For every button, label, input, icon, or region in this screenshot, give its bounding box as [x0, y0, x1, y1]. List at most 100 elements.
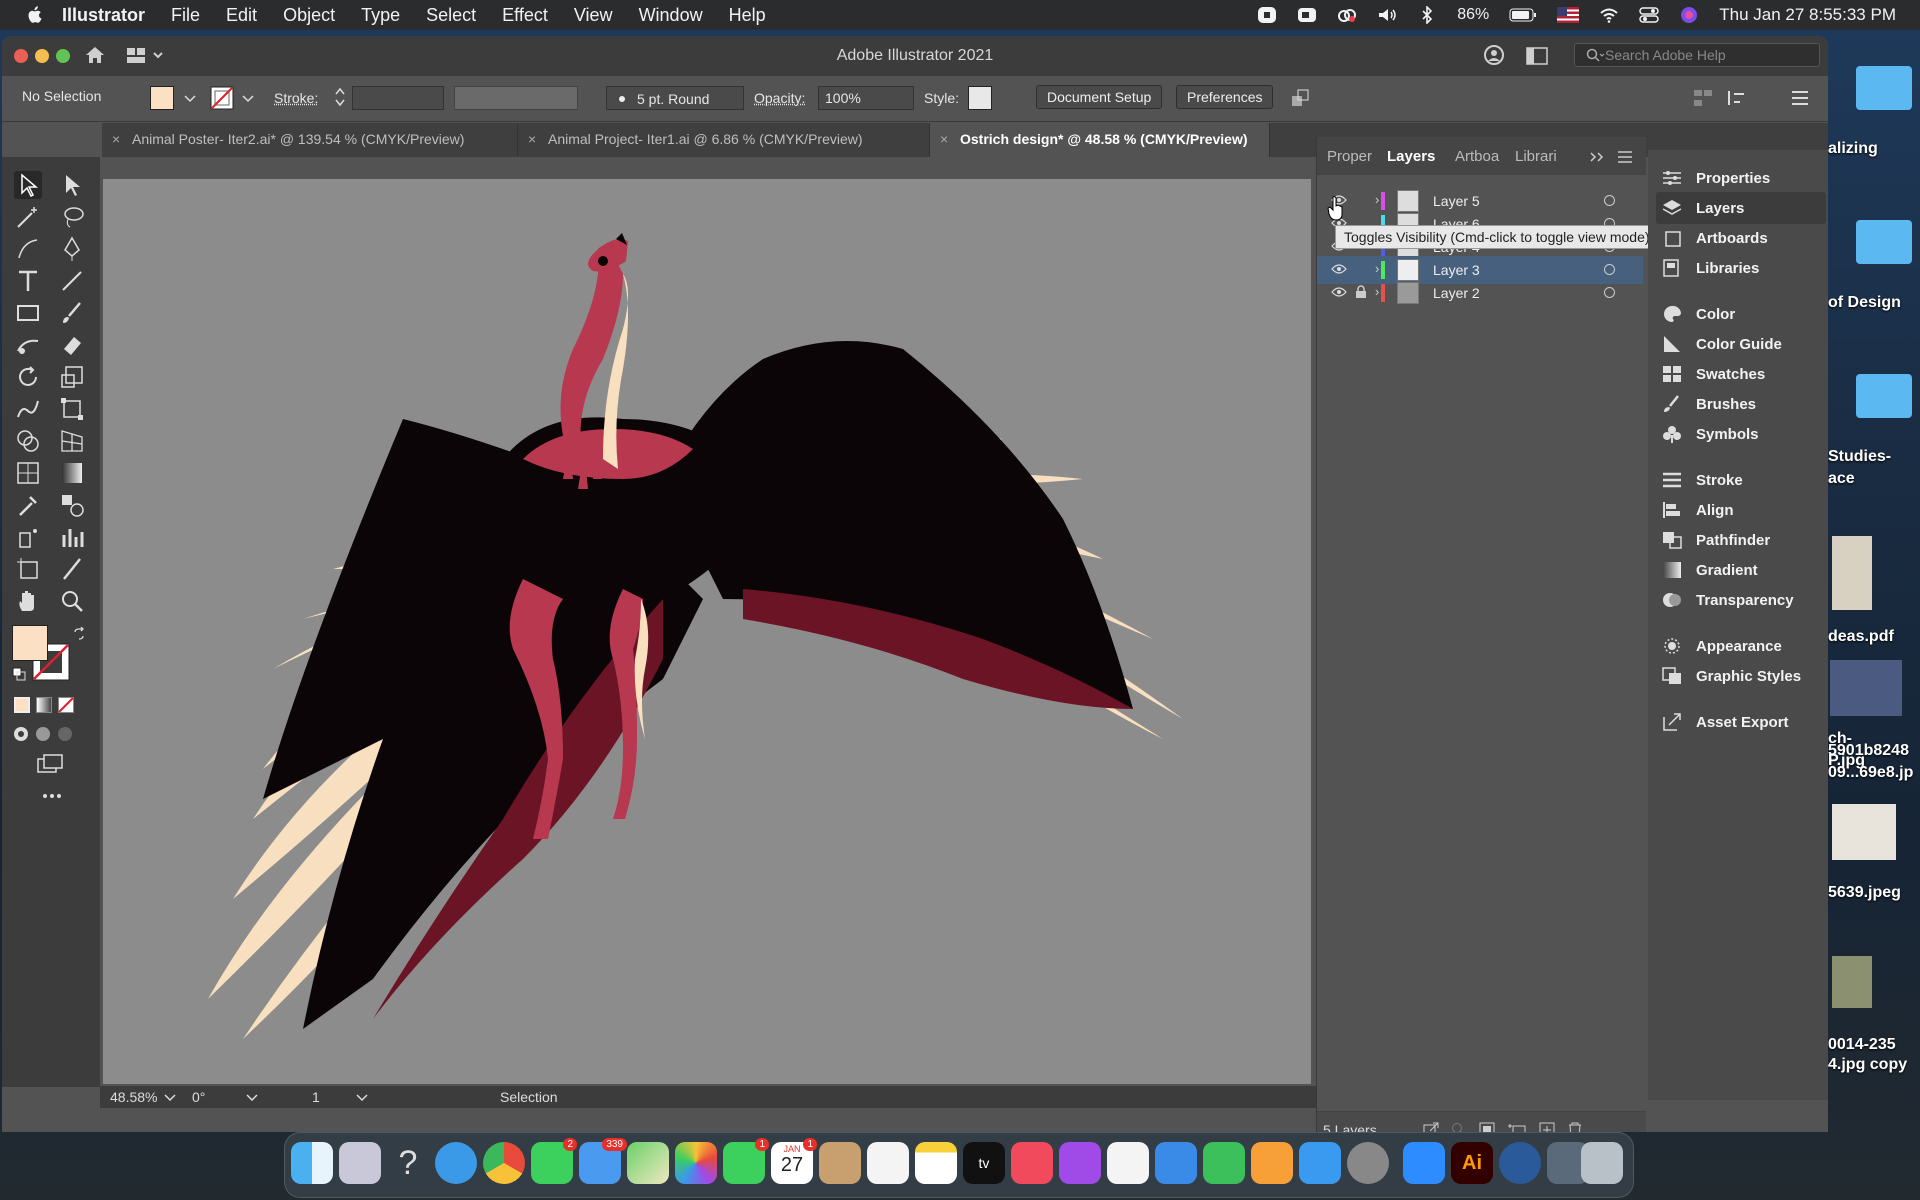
layer-row[interactable]: › Layer 2: [1317, 279, 1643, 307]
slice-tool[interactable]: [58, 555, 86, 583]
bluetooth-icon[interactable]: [1417, 6, 1437, 24]
menu-type[interactable]: Type: [361, 5, 400, 26]
stroke-none-swatch[interactable]: [210, 86, 234, 110]
dock-color-guide[interactable]: Color Guide: [1656, 328, 1826, 360]
menu-window[interactable]: Window: [639, 5, 703, 26]
zoom-app-icon[interactable]: [1403, 1142, 1445, 1184]
dock-brushes[interactable]: Brushes: [1656, 388, 1826, 420]
ostrich-artwork[interactable]: [103, 179, 1311, 1084]
clock[interactable]: Thu Jan 27 8:55:33 PM: [1719, 5, 1896, 25]
help-icon[interactable]: ?: [387, 1142, 429, 1184]
mesh-tool[interactable]: [14, 459, 42, 487]
pages-icon[interactable]: [1251, 1142, 1293, 1184]
menu-file[interactable]: File: [171, 5, 200, 26]
desktop-folder[interactable]: [1856, 66, 1912, 110]
hand-tool[interactable]: [14, 587, 42, 615]
layer-name[interactable]: Layer 2: [1433, 285, 1480, 301]
brush-definition[interactable]: 5 pt. Round: [606, 86, 744, 110]
draw-inside-icon[interactable]: [56, 725, 74, 743]
siri-icon[interactable]: [1679, 6, 1699, 24]
canvas[interactable]: [100, 157, 1314, 1117]
line-tool[interactable]: [58, 267, 86, 295]
opacity-input[interactable]: 100%: [818, 86, 914, 110]
desktop-file-label[interactable]: of Design: [1828, 294, 1901, 312]
artboard-number[interactable]: 1: [312, 1089, 320, 1105]
swap-fill-stroke-icon[interactable]: [72, 627, 86, 641]
scale-tool[interactable]: [58, 363, 86, 391]
desktop-file-label[interactable]: alizing: [1828, 140, 1878, 158]
graphic-style-swatch[interactable]: [968, 86, 992, 110]
shape-builder-tool[interactable]: [14, 427, 42, 455]
export-icon[interactable]: [1423, 1122, 1439, 1132]
desktop-file-thumbnail[interactable]: [1830, 660, 1902, 716]
control-center-icon[interactable]: [1639, 6, 1660, 24]
dock-layers[interactable]: Layers: [1656, 192, 1826, 224]
tab-animal-poster[interactable]: × Animal Poster- Iter2.ai* @ 139.54 % (C…: [102, 123, 518, 157]
transform-icon[interactable]: [1726, 88, 1748, 108]
perspective-grid-tool[interactable]: [58, 427, 86, 455]
messages-icon[interactable]: 2: [531, 1138, 577, 1184]
safari-icon[interactable]: [435, 1142, 477, 1184]
stroke-weight-input[interactable]: [352, 86, 444, 110]
tab-libraries[interactable]: Librari: [1515, 148, 1557, 165]
paintbrush-tool[interactable]: [58, 299, 86, 327]
screen-mode-icon[interactable]: [36, 753, 64, 775]
desktop-file-thumbnail[interactable]: [1832, 536, 1872, 610]
direct-selection-tool[interactable]: [58, 171, 86, 199]
dock-pathfinder[interactable]: Pathfinder: [1656, 524, 1826, 556]
creative-cloud-icon[interactable]: [1337, 6, 1357, 24]
layer-name[interactable]: Layer 3: [1433, 262, 1480, 278]
rectangle-tool[interactable]: [14, 299, 42, 327]
dock-align[interactable]: Align: [1656, 494, 1826, 526]
make-clipping-mask-icon[interactable]: [1479, 1122, 1495, 1132]
zoom-level[interactable]: 48.58%: [110, 1089, 157, 1105]
close-tab-icon[interactable]: ×: [112, 131, 120, 147]
dock-appearance[interactable]: Appearance: [1656, 630, 1826, 662]
volume-icon[interactable]: [1377, 6, 1397, 24]
arrange-documents-icon[interactable]: [1526, 47, 1548, 65]
menu-edit[interactable]: Edit: [226, 5, 257, 26]
desktop-file-label[interactable]: deas.pdf: [1828, 628, 1894, 646]
desktop-file-label[interactable]: 5639.jpeg: [1828, 884, 1901, 902]
quicktime-icon[interactable]: [1499, 1142, 1541, 1184]
selection-tool[interactable]: [14, 171, 42, 199]
disclosure-arrow-icon[interactable]: ›: [1375, 261, 1379, 276]
menu-effect[interactable]: Effect: [502, 5, 548, 26]
tab-animal-project[interactable]: × Animal Project- Iter1.ai @ 6.86 % (CMY…: [518, 123, 930, 157]
new-sublayer-icon[interactable]: [1507, 1122, 1527, 1132]
arrange-icon[interactable]: [1290, 88, 1312, 108]
dock-properties[interactable]: Properties: [1656, 162, 1826, 194]
tab-ostrich-design[interactable]: × Ostrich design* @ 48.58 % (CMYK/Previe…: [930, 123, 1270, 157]
artboard-tool[interactable]: [14, 555, 42, 583]
rotation-view[interactable]: 0°: [192, 1089, 205, 1105]
menu-view[interactable]: View: [574, 5, 613, 26]
visibility-eye-icon[interactable]: [1331, 263, 1347, 275]
dock-libraries[interactable]: Libraries: [1656, 252, 1826, 284]
lasso-tool[interactable]: [58, 203, 86, 231]
chevron-down-icon[interactable]: [242, 95, 254, 103]
visibility-eye-icon[interactable]: [1331, 286, 1347, 298]
illustrator-icon[interactable]: Ai: [1451, 1142, 1493, 1184]
dock-symbols[interactable]: Symbols: [1656, 418, 1826, 450]
podcasts-icon[interactable]: [1059, 1142, 1101, 1184]
maps-icon[interactable]: [627, 1142, 669, 1184]
app-store-icon[interactable]: [1299, 1142, 1341, 1184]
none-mode[interactable]: [58, 697, 74, 713]
dock-swatches[interactable]: Swatches: [1656, 358, 1826, 390]
fill-swatch[interactable]: [150, 86, 174, 110]
search-icon[interactable]: [1451, 1122, 1467, 1132]
menu-object[interactable]: Object: [283, 5, 335, 26]
tab-artboards[interactable]: Artboa: [1455, 148, 1499, 165]
curvature-tool[interactable]: [14, 235, 42, 263]
type-tool[interactable]: [14, 267, 42, 295]
eraser-tool[interactable]: [58, 331, 86, 359]
desktop-file-label[interactable]: ace: [1828, 470, 1855, 488]
dock-graphic-styles[interactable]: Graphic Styles: [1656, 660, 1826, 692]
warp-tool[interactable]: [14, 395, 42, 423]
lock-icon[interactable]: [1355, 285, 1367, 299]
chevron-down-icon[interactable]: [184, 95, 196, 103]
keynote-icon[interactable]: [1155, 1142, 1197, 1184]
menu-app-name[interactable]: Illustrator: [62, 5, 145, 26]
account-icon[interactable]: [1484, 45, 1506, 67]
desktop-folder[interactable]: [1856, 220, 1912, 264]
